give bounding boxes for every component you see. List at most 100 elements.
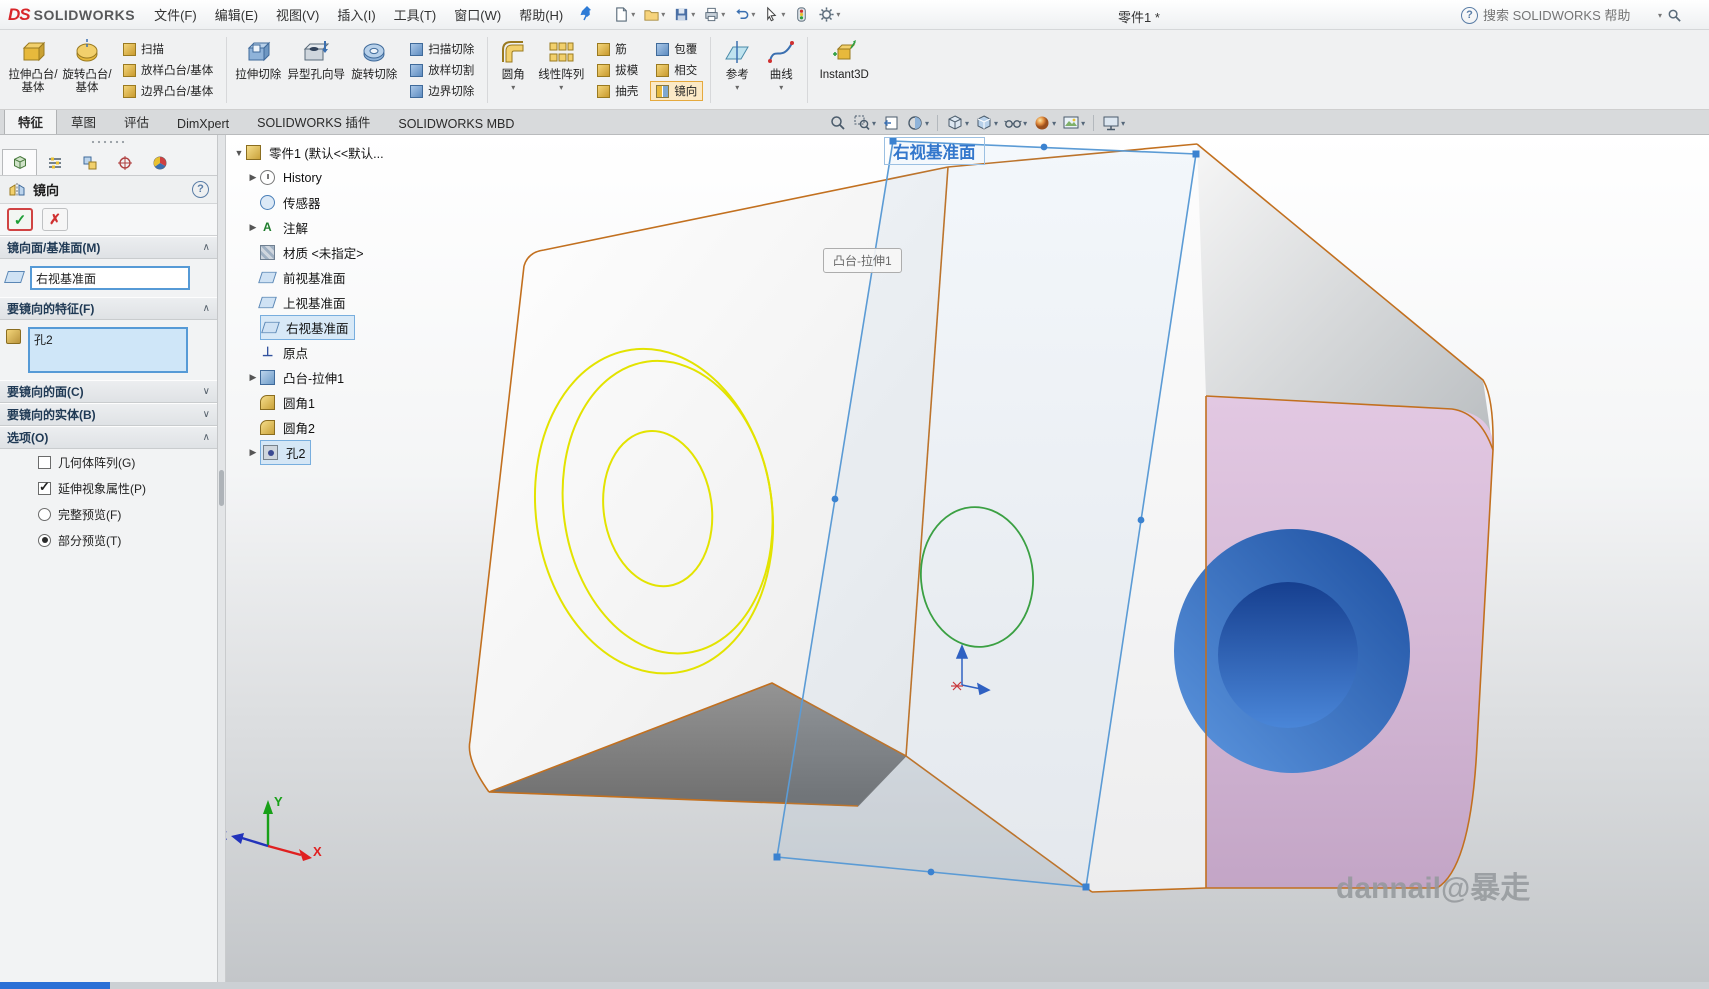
search-scope-caret-icon[interactable]: ▾ (1658, 11, 1662, 20)
tab-property-manager[interactable] (37, 149, 72, 175)
fillet-button[interactable]: 圆角 ▾ (492, 33, 534, 107)
edit-appearance-button[interactable]: ▾ (1032, 113, 1057, 133)
lofted-cut-button[interactable]: 放样切割 (404, 60, 480, 80)
extruded-cut-button[interactable]: 拉伸切除 (231, 33, 285, 107)
section-view-button[interactable]: ▾ (905, 113, 930, 133)
tree-item-origin[interactable]: 原点 (232, 340, 387, 365)
tree-item-right-plane[interactable]: 右视基准面 (232, 315, 387, 340)
save-button[interactable]: ▾ (670, 4, 698, 25)
bodies-section-header[interactable]: 要镜向的实体(B) (0, 403, 217, 426)
wrap-button[interactable]: 包覆 (650, 39, 703, 59)
tree-item-part[interactable]: 零件1 (默认<<默认... (232, 140, 387, 165)
menu-window[interactable]: 窗口(W) (445, 0, 510, 29)
zoom-to-fit-button[interactable] (828, 113, 848, 133)
tree-item-fillet1[interactable]: 圆角1 (232, 390, 387, 415)
menu-insert[interactable]: 插入(I) (328, 0, 384, 29)
menu-file[interactable]: 文件(F) (145, 0, 206, 29)
tab-solidworks-addins[interactable]: SOLIDWORKS 插件 (243, 107, 384, 134)
mirror-plane-input[interactable] (30, 266, 190, 290)
boundary-boss-button[interactable]: 边界凸台/基体 (117, 81, 219, 101)
tree-item-fillet2[interactable]: 圆角2 (232, 415, 387, 440)
splitter-grip[interactable] (219, 470, 224, 506)
menu-tools[interactable]: 工具(T) (385, 0, 446, 29)
tab-evaluate[interactable]: 评估 (110, 107, 163, 134)
options-button[interactable]: ▾ (815, 4, 843, 25)
menu-help[interactable]: 帮助(H) (510, 0, 572, 29)
tree-item-history[interactable]: History (232, 165, 387, 190)
expand-arrow-icon[interactable] (246, 172, 260, 183)
zoom-to-area-button[interactable]: ▾ (852, 113, 877, 133)
tab-sketch[interactable]: 草图 (57, 107, 110, 134)
faces-section-header[interactable]: 要镜向的面(C) (0, 380, 217, 403)
undo-button[interactable]: ▾ (730, 4, 758, 25)
rebuild-button[interactable] (790, 4, 813, 25)
expand-arrow-icon[interactable] (246, 372, 260, 383)
expand-arrow-icon[interactable] (246, 447, 260, 458)
tree-item-boss-extrude1[interactable]: 凸台-拉伸1 (232, 365, 387, 390)
cancel-button[interactable] (42, 208, 68, 231)
view-settings-button[interactable]: ▾ (1101, 113, 1126, 133)
extruded-boss-button[interactable]: 拉伸凸台/基体 (6, 33, 60, 107)
tree-item-material[interactable]: 材质 <未指定> (232, 240, 387, 265)
curves-button[interactable]: 曲线 ▾ (759, 33, 803, 107)
tab-configuration-manager[interactable] (72, 149, 107, 175)
mirror-button[interactable]: 镜向 (650, 81, 703, 101)
swept-cut-button[interactable]: 扫描切除 (404, 39, 480, 59)
hide-show-items-button[interactable]: ▾ (1003, 113, 1028, 133)
tab-solidworks-mbd[interactable]: SOLIDWORKS MBD (384, 112, 528, 134)
full-preview-radio[interactable] (38, 508, 51, 521)
graphics-viewport[interactable]: Y X Z 右视基准面 凸台-拉伸1 dannail@暴走 零件1 (默认<<默… (226, 135, 1709, 982)
rib-button[interactable]: 筋 (591, 39, 644, 59)
tree-item-front-plane[interactable]: 前视基准面 (232, 265, 387, 290)
new-document-button[interactable]: ▾ (610, 4, 638, 25)
panel-splitter[interactable] (218, 135, 226, 982)
print-button[interactable]: ▾ (700, 4, 728, 25)
tree-item-hole2[interactable]: 孔2 (232, 440, 387, 465)
tab-display-manager[interactable] (142, 149, 177, 175)
features-to-mirror-listbox[interactable]: 孔2 (28, 327, 188, 373)
pm-help-icon[interactable]: ? (192, 181, 209, 198)
intersect-button[interactable]: 相交 (650, 60, 703, 80)
apply-scene-button[interactable]: ▾ (1061, 113, 1086, 133)
display-style-button[interactable]: ▾ (974, 113, 999, 133)
feature-list-item[interactable]: 孔2 (34, 331, 182, 348)
shell-button[interactable]: 抽壳 (591, 81, 644, 101)
hole-wizard-button[interactable]: 异型孔向导 (285, 33, 347, 107)
tree-item-top-plane[interactable]: 上视基准面 (232, 290, 387, 315)
geometry-pattern-checkbox[interactable] (38, 456, 51, 469)
boundary-cut-button[interactable]: 边界切除 (404, 81, 480, 101)
search-icon[interactable] (1667, 8, 1682, 23)
revolved-boss-button[interactable]: 旋转凸台/基体 (60, 33, 114, 107)
menu-view[interactable]: 视图(V) (267, 0, 328, 29)
lofted-boss-button[interactable]: 放样凸台/基体 (117, 60, 219, 80)
tab-features[interactable]: 特征 (4, 107, 57, 134)
previous-view-button[interactable] (881, 113, 901, 133)
partial-preview-radio[interactable] (38, 534, 51, 547)
linear-pattern-button[interactable]: 线性阵列 ▾ (534, 33, 588, 107)
revolved-cut-button[interactable]: 旋转切除 (347, 33, 401, 107)
propagate-visual-properties-checkbox[interactable] (38, 482, 51, 495)
tree-item-sensors[interactable]: 传感器 (232, 190, 387, 215)
open-button[interactable]: ▾ (640, 4, 668, 25)
pin-menu-button[interactable] (580, 5, 594, 24)
panel-resize-grip[interactable] (0, 135, 217, 149)
menu-edit[interactable]: 编辑(E) (206, 0, 267, 29)
tab-dimxpert-manager[interactable] (107, 149, 142, 175)
view-orientation-button[interactable]: ▾ (945, 113, 970, 133)
swept-boss-button[interactable]: 扫描 (117, 39, 219, 59)
reference-geometry-button[interactable]: 参考 ▾ (715, 33, 759, 107)
tree-item-annotations[interactable]: 注解 (232, 215, 387, 240)
hole2-bore-face[interactable] (1218, 582, 1358, 728)
options-section-header[interactable]: 选项(O) (0, 426, 217, 449)
expand-arrow-icon[interactable] (232, 148, 246, 158)
draft-button[interactable]: 拔模 (591, 60, 644, 80)
features-section-header[interactable]: 要镜向的特征(F) (0, 297, 217, 320)
expand-arrow-icon[interactable] (246, 222, 260, 233)
tab-feature-manager[interactable] (2, 149, 37, 175)
mirror-face-section-header[interactable]: 镜向面/基准面(M) (0, 236, 217, 259)
tab-dimxpert[interactable]: DimXpert (163, 112, 243, 134)
select-button[interactable]: ▾ (760, 4, 788, 25)
instant3d-button[interactable]: Instant3D (812, 33, 876, 107)
ok-button[interactable] (7, 208, 33, 231)
search-input[interactable] (1483, 8, 1653, 23)
